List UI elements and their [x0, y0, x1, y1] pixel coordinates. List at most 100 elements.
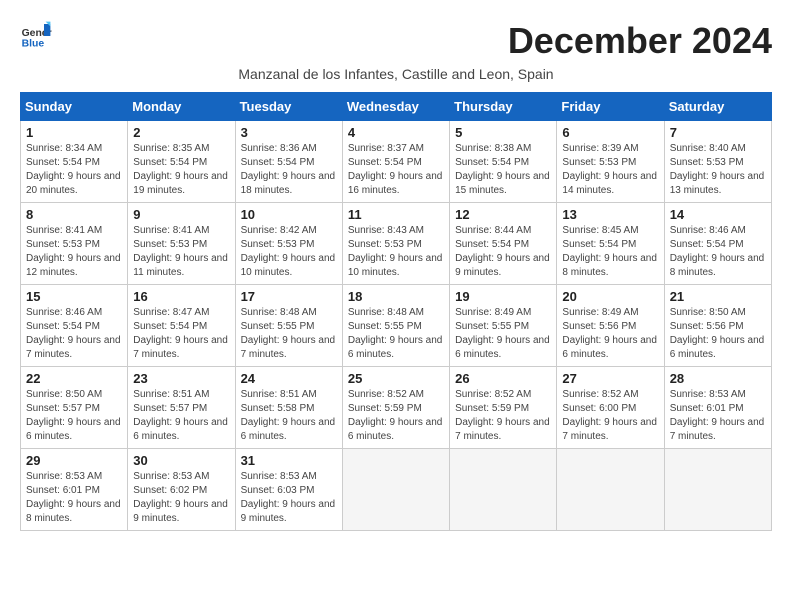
day-detail: Sunrise: 8:38 AMSunset: 5:54 PMDaylight:…	[455, 143, 550, 196]
day-number: 27	[562, 371, 658, 386]
table-row: 14 Sunrise: 8:46 AMSunset: 5:54 PMDaylig…	[664, 203, 771, 285]
day-number: 3	[241, 125, 337, 140]
col-saturday: Saturday	[664, 93, 771, 121]
day-number: 16	[133, 289, 229, 304]
table-row: 16 Sunrise: 8:47 AMSunset: 5:54 PMDaylig…	[128, 285, 235, 367]
day-number: 10	[241, 207, 337, 222]
day-detail: Sunrise: 8:53 AMSunset: 6:02 PMDaylight:…	[133, 471, 228, 524]
day-number: 26	[455, 371, 551, 386]
col-sunday: Sunday	[21, 93, 128, 121]
table-row: 21 Sunrise: 8:50 AMSunset: 5:56 PMDaylig…	[664, 285, 771, 367]
logo-icon: General Blue	[20, 20, 52, 52]
day-detail: Sunrise: 8:48 AMSunset: 5:55 PMDaylight:…	[348, 307, 443, 360]
day-detail: Sunrise: 8:49 AMSunset: 5:55 PMDaylight:…	[455, 307, 550, 360]
table-row: 8 Sunrise: 8:41 AMSunset: 5:53 PMDayligh…	[21, 203, 128, 285]
day-detail: Sunrise: 8:41 AMSunset: 5:53 PMDaylight:…	[133, 225, 228, 278]
month-title: December 2024	[508, 20, 772, 62]
day-detail: Sunrise: 8:53 AMSunset: 6:01 PMDaylight:…	[26, 471, 121, 524]
col-friday: Friday	[557, 93, 664, 121]
day-detail: Sunrise: 8:48 AMSunset: 5:55 PMDaylight:…	[241, 307, 336, 360]
day-number: 22	[26, 371, 122, 386]
table-row: 6 Sunrise: 8:39 AMSunset: 5:53 PMDayligh…	[557, 121, 664, 203]
day-detail: Sunrise: 8:42 AMSunset: 5:53 PMDaylight:…	[241, 225, 336, 278]
day-number: 14	[670, 207, 766, 222]
day-detail: Sunrise: 8:46 AMSunset: 5:54 PMDaylight:…	[670, 225, 765, 278]
day-number: 30	[133, 453, 229, 468]
day-number: 13	[562, 207, 658, 222]
table-row: 31 Sunrise: 8:53 AMSunset: 6:03 PMDaylig…	[235, 449, 342, 531]
day-detail: Sunrise: 8:44 AMSunset: 5:54 PMDaylight:…	[455, 225, 550, 278]
table-row: 24 Sunrise: 8:51 AMSunset: 5:58 PMDaylig…	[235, 367, 342, 449]
day-detail: Sunrise: 8:50 AMSunset: 5:57 PMDaylight:…	[26, 389, 121, 442]
day-detail: Sunrise: 8:52 AMSunset: 5:59 PMDaylight:…	[455, 389, 550, 442]
table-row: 11 Sunrise: 8:43 AMSunset: 5:53 PMDaylig…	[342, 203, 449, 285]
calendar-header-row: Sunday Monday Tuesday Wednesday Thursday…	[21, 93, 772, 121]
calendar-week-row: 15 Sunrise: 8:46 AMSunset: 5:54 PMDaylig…	[21, 285, 772, 367]
day-number: 12	[455, 207, 551, 222]
day-detail: Sunrise: 8:46 AMSunset: 5:54 PMDaylight:…	[26, 307, 121, 360]
table-row: 4 Sunrise: 8:37 AMSunset: 5:54 PMDayligh…	[342, 121, 449, 203]
table-row: 1 Sunrise: 8:34 AMSunset: 5:54 PMDayligh…	[21, 121, 128, 203]
table-row: 15 Sunrise: 8:46 AMSunset: 5:54 PMDaylig…	[21, 285, 128, 367]
day-detail: Sunrise: 8:35 AMSunset: 5:54 PMDaylight:…	[133, 143, 228, 196]
day-detail: Sunrise: 8:40 AMSunset: 5:53 PMDaylight:…	[670, 143, 765, 196]
col-tuesday: Tuesday	[235, 93, 342, 121]
calendar-week-row: 22 Sunrise: 8:50 AMSunset: 5:57 PMDaylig…	[21, 367, 772, 449]
day-detail: Sunrise: 8:43 AMSunset: 5:53 PMDaylight:…	[348, 225, 443, 278]
day-detail: Sunrise: 8:41 AMSunset: 5:53 PMDaylight:…	[26, 225, 121, 278]
day-detail: Sunrise: 8:51 AMSunset: 5:57 PMDaylight:…	[133, 389, 228, 442]
table-row: 29 Sunrise: 8:53 AMSunset: 6:01 PMDaylig…	[21, 449, 128, 531]
table-row: 7 Sunrise: 8:40 AMSunset: 5:53 PMDayligh…	[664, 121, 771, 203]
table-row: 17 Sunrise: 8:48 AMSunset: 5:55 PMDaylig…	[235, 285, 342, 367]
table-row: 28 Sunrise: 8:53 AMSunset: 6:01 PMDaylig…	[664, 367, 771, 449]
day-number: 18	[348, 289, 444, 304]
day-detail: Sunrise: 8:52 AMSunset: 5:59 PMDaylight:…	[348, 389, 443, 442]
day-number: 31	[241, 453, 337, 468]
day-number: 9	[133, 207, 229, 222]
day-number: 8	[26, 207, 122, 222]
table-row: 23 Sunrise: 8:51 AMSunset: 5:57 PMDaylig…	[128, 367, 235, 449]
table-row	[450, 449, 557, 531]
table-row: 5 Sunrise: 8:38 AMSunset: 5:54 PMDayligh…	[450, 121, 557, 203]
table-row: 25 Sunrise: 8:52 AMSunset: 5:59 PMDaylig…	[342, 367, 449, 449]
day-number: 23	[133, 371, 229, 386]
day-number: 19	[455, 289, 551, 304]
table-row: 20 Sunrise: 8:49 AMSunset: 5:56 PMDaylig…	[557, 285, 664, 367]
table-row: 12 Sunrise: 8:44 AMSunset: 5:54 PMDaylig…	[450, 203, 557, 285]
table-row: 13 Sunrise: 8:45 AMSunset: 5:54 PMDaylig…	[557, 203, 664, 285]
day-detail: Sunrise: 8:53 AMSunset: 6:03 PMDaylight:…	[241, 471, 336, 524]
col-wednesday: Wednesday	[342, 93, 449, 121]
day-number: 28	[670, 371, 766, 386]
day-number: 29	[26, 453, 122, 468]
location-subtitle: Manzanal de los Infantes, Castille and L…	[20, 66, 772, 82]
svg-text:Blue: Blue	[22, 38, 45, 49]
day-detail: Sunrise: 8:51 AMSunset: 5:58 PMDaylight:…	[241, 389, 336, 442]
day-number: 15	[26, 289, 122, 304]
day-detail: Sunrise: 8:53 AMSunset: 6:01 PMDaylight:…	[670, 389, 765, 442]
day-detail: Sunrise: 8:45 AMSunset: 5:54 PMDaylight:…	[562, 225, 657, 278]
col-thursday: Thursday	[450, 93, 557, 121]
table-row: 9 Sunrise: 8:41 AMSunset: 5:53 PMDayligh…	[128, 203, 235, 285]
day-number: 25	[348, 371, 444, 386]
day-detail: Sunrise: 8:49 AMSunset: 5:56 PMDaylight:…	[562, 307, 657, 360]
table-row: 3 Sunrise: 8:36 AMSunset: 5:54 PMDayligh…	[235, 121, 342, 203]
day-detail: Sunrise: 8:47 AMSunset: 5:54 PMDaylight:…	[133, 307, 228, 360]
day-detail: Sunrise: 8:39 AMSunset: 5:53 PMDaylight:…	[562, 143, 657, 196]
day-number: 6	[562, 125, 658, 140]
day-number: 7	[670, 125, 766, 140]
col-monday: Monday	[128, 93, 235, 121]
table-row: 18 Sunrise: 8:48 AMSunset: 5:55 PMDaylig…	[342, 285, 449, 367]
day-number: 20	[562, 289, 658, 304]
table-row: 2 Sunrise: 8:35 AMSunset: 5:54 PMDayligh…	[128, 121, 235, 203]
table-row: 27 Sunrise: 8:52 AMSunset: 6:00 PMDaylig…	[557, 367, 664, 449]
table-row: 22 Sunrise: 8:50 AMSunset: 5:57 PMDaylig…	[21, 367, 128, 449]
logo: General Blue	[20, 20, 52, 52]
table-row: 10 Sunrise: 8:42 AMSunset: 5:53 PMDaylig…	[235, 203, 342, 285]
table-row: 26 Sunrise: 8:52 AMSunset: 5:59 PMDaylig…	[450, 367, 557, 449]
day-detail: Sunrise: 8:34 AMSunset: 5:54 PMDaylight:…	[26, 143, 121, 196]
table-row	[664, 449, 771, 531]
day-number: 1	[26, 125, 122, 140]
table-row: 19 Sunrise: 8:49 AMSunset: 5:55 PMDaylig…	[450, 285, 557, 367]
calendar-week-row: 8 Sunrise: 8:41 AMSunset: 5:53 PMDayligh…	[21, 203, 772, 285]
day-detail: Sunrise: 8:37 AMSunset: 5:54 PMDaylight:…	[348, 143, 443, 196]
